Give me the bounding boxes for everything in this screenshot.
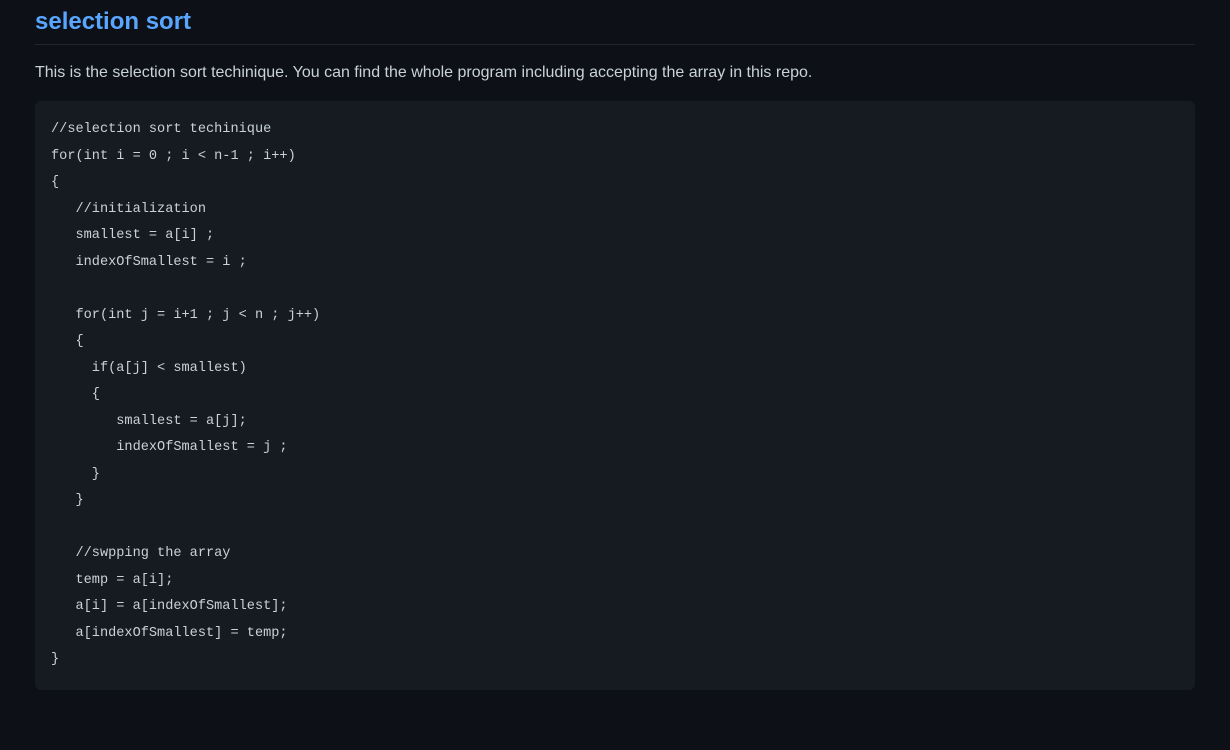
section-description: This is the selection sort techinique. Y…: [35, 61, 1195, 85]
code-block: //selection sort techinique for(int i = …: [35, 101, 1195, 690]
section-heading: selection sort: [35, 8, 1195, 45]
heading-link[interactable]: selection sort: [35, 8, 191, 35]
